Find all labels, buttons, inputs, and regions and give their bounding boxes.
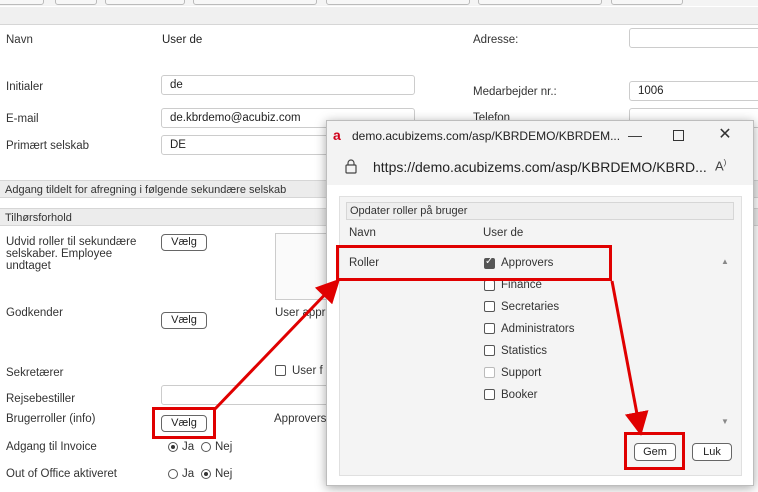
annotation-arrows [212, 278, 649, 436]
arrow-to-gem [610, 280, 649, 436]
arrow-to-roles [212, 278, 341, 412]
